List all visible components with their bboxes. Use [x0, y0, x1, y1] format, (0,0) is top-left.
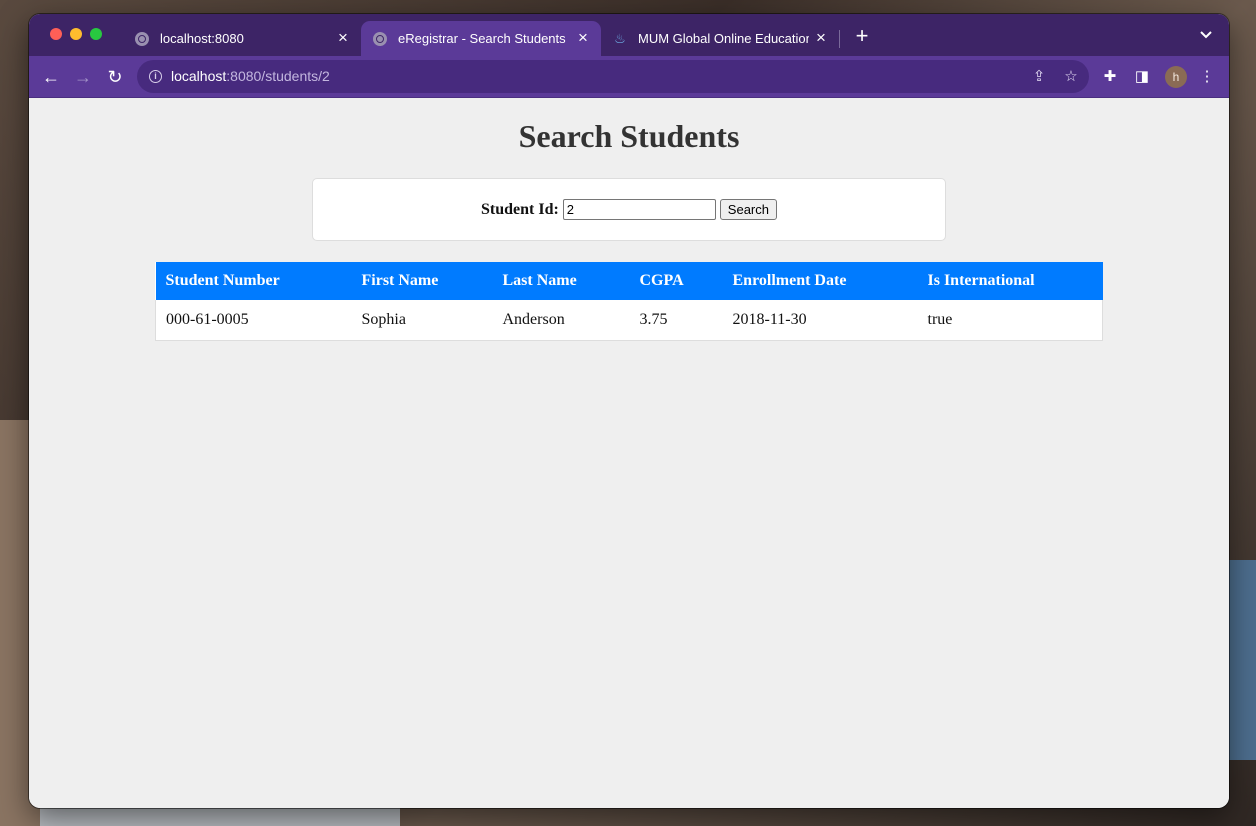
browser-window: localhost:8080 × eRegistrar - Search Stu…: [29, 14, 1229, 808]
student-id-label: Student Id:: [480, 200, 559, 218]
column-header: Is International: [917, 262, 1103, 300]
table-cell: 2018-11-30: [722, 300, 918, 341]
tab-title: eRegistrar - Search Students: [398, 31, 566, 46]
maximize-window-button[interactable]: [90, 28, 102, 40]
globe-icon: [135, 31, 149, 46]
search-button[interactable]: Search: [719, 199, 777, 220]
table-cell: 000-61-0005: [155, 300, 352, 341]
tab-strip: localhost:8080 × eRegistrar - Search Stu…: [29, 14, 1229, 56]
search-form: Student Id: Search: [312, 178, 946, 241]
url-path: :8080/students/2: [226, 68, 330, 84]
column-header: Last Name: [492, 262, 630, 300]
column-header: First Name: [351, 262, 493, 300]
extensions-icon[interactable]: ✚: [1099, 66, 1121, 88]
students-table: Student Number First Name Last Name CGPA…: [155, 262, 1103, 341]
close-icon[interactable]: ×: [335, 29, 351, 47]
tab-mum-global[interactable]: ♨ MUM Global Online Education ×: [601, 21, 839, 56]
java-icon: ♨: [614, 30, 626, 46]
column-header: Student Number: [155, 262, 352, 300]
page-title: Search Students: [518, 118, 740, 154]
page-content: Search Students Student Id: Search Stude…: [29, 98, 1229, 808]
globe-icon: [373, 31, 387, 46]
url-host: localhost: [171, 68, 227, 84]
reload-icon[interactable]: ↻: [103, 65, 127, 89]
new-tab-button[interactable]: +: [853, 25, 871, 47]
close-icon[interactable]: ×: [575, 29, 591, 47]
desktop-wallpaper: [1228, 560, 1256, 760]
star-icon[interactable]: ☆: [1061, 67, 1081, 87]
table-cell: Anderson: [492, 300, 630, 341]
minimize-window-button[interactable]: [70, 28, 82, 40]
side-panel-icon[interactable]: ◨: [1131, 66, 1153, 88]
tab-localhost[interactable]: localhost:8080 ×: [123, 21, 361, 56]
column-header: CGPA: [629, 262, 723, 300]
tab-title: localhost:8080: [160, 31, 244, 46]
info-icon[interactable]: i: [149, 70, 162, 83]
table-row: 000-61-0005 Sophia Anderson 3.75 2018-11…: [155, 300, 1103, 341]
student-id-input[interactable]: [562, 199, 716, 220]
close-window-button[interactable]: [50, 28, 62, 40]
tab-eregistrar[interactable]: eRegistrar - Search Students ×: [361, 21, 601, 56]
forward-icon[interactable]: →: [71, 65, 95, 89]
tab-divider: [839, 30, 840, 48]
url-text[interactable]: localhost:8080/students/2: [171, 68, 330, 84]
menu-icon[interactable]: ⋮: [1196, 66, 1218, 88]
browser-toolbar: ← → ↻ i localhost:8080/students/2 ⇪ ☆ ✚ …: [29, 56, 1229, 98]
tab-title: MUM Global Online Education: [638, 31, 809, 46]
avatar[interactable]: h: [1165, 66, 1187, 88]
table-cell: true: [917, 300, 1103, 341]
table-cell: Sophia: [351, 300, 493, 341]
desktop-wallpaper: [40, 806, 400, 826]
table-cell: 3.75: [629, 300, 723, 341]
share-icon[interactable]: ⇪: [1029, 67, 1049, 87]
table-header-row: Student Number First Name Last Name CGPA…: [155, 262, 1103, 300]
close-icon[interactable]: ×: [813, 29, 829, 47]
chevron-down-icon[interactable]: [1197, 26, 1215, 44]
column-header: Enrollment Date: [722, 262, 918, 300]
back-icon[interactable]: ←: [39, 65, 63, 89]
address-bar[interactable]: i localhost:8080/students/2 ⇪ ☆: [137, 60, 1089, 93]
